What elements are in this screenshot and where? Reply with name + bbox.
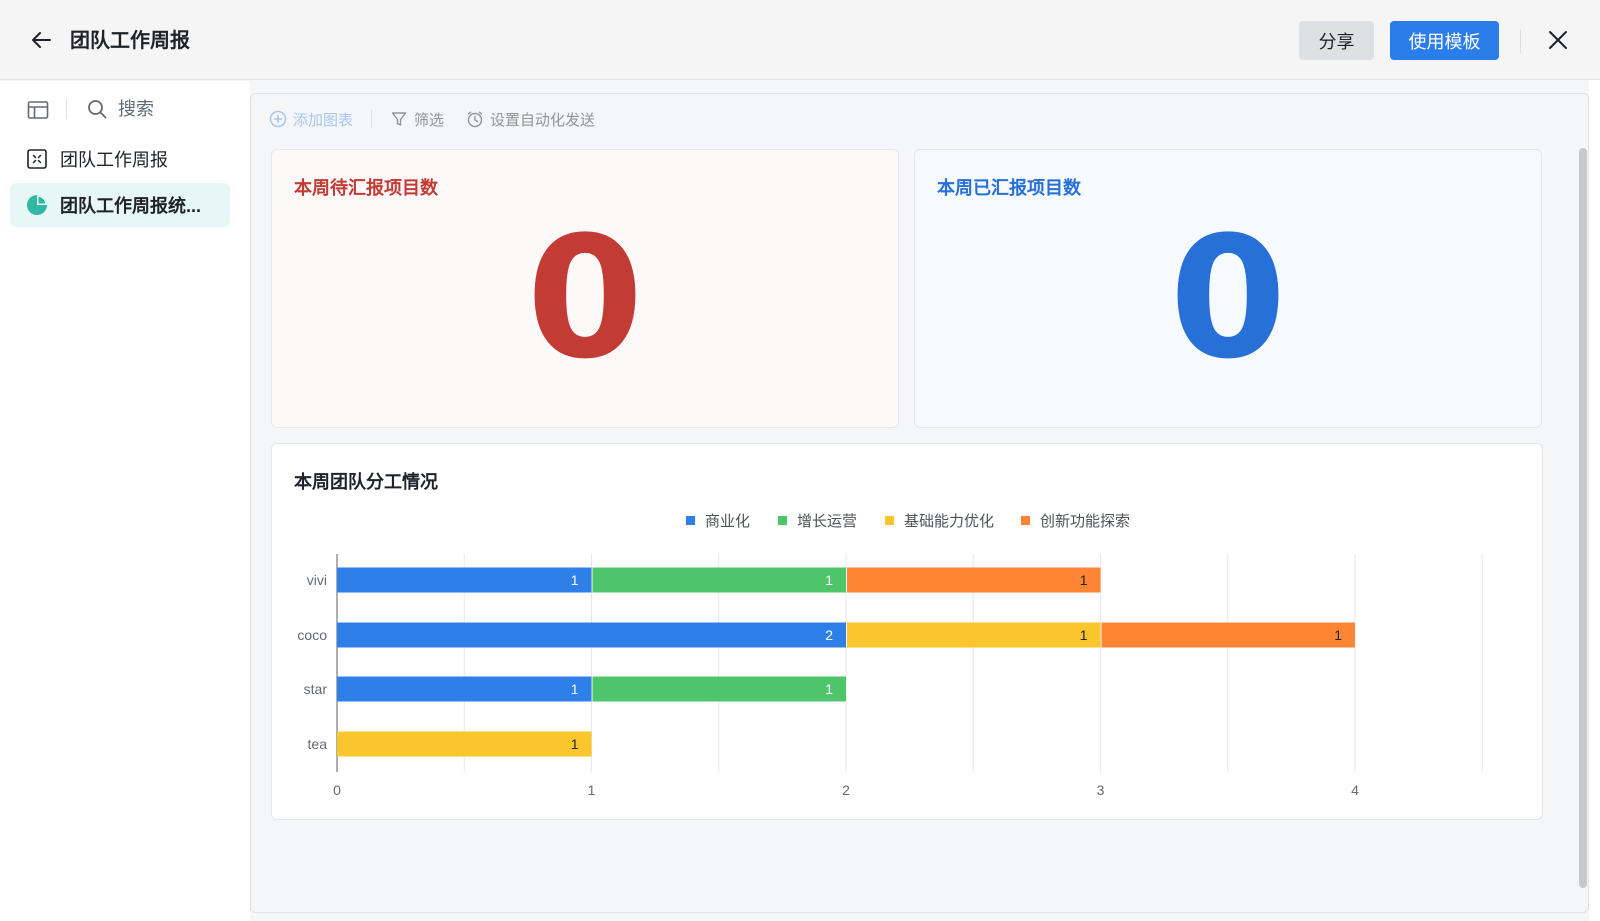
legend-swatch [778,516,787,525]
card-title: 本周已汇报项目数 [937,178,1081,198]
bar-segment [337,731,592,757]
bar-data-label: 1 [825,681,833,697]
x-tick-label: 0 [333,782,341,798]
close-button[interactable] [1545,27,1571,53]
y-category-label: tea [308,736,328,752]
team-division-chart-card[interactable]: 本周团队分工情况 商业化 增长运营 基础能力优化 创新功能探索 0 1 2 3 4 vivi 1 1 1… [271,443,1543,820]
sidebar-toggle-icon[interactable] [27,99,49,121]
scrollbar-thumb[interactable] [1579,148,1587,888]
legend-swatch [885,516,894,525]
bar-segment [337,567,592,593]
pending-projects-card[interactable]: 本周待汇报项目数 0 [271,149,899,428]
legend-label: 基础能力优化 [904,513,994,530]
bar-segment [592,676,846,702]
toolbar-separator [371,110,373,128]
legend-label: 创新功能探索 [1040,513,1130,530]
sidebar-item-label: 团队工作周报 [60,150,168,170]
sidebar-item-weekly-stats[interactable]: 团队工作周报统... [10,183,230,227]
sidebar-item-label: 团队工作周报统... [60,196,202,216]
sidebar-separator [66,99,67,119]
bar-segment [592,567,846,593]
card-title: 本周待汇报项目数 [294,178,438,198]
plus-circle-icon [269,110,287,128]
filter-icon [391,112,407,126]
add-chart-button[interactable]: 添加图表 [269,109,353,130]
x-tick-label: 4 [1351,782,1359,798]
legend-swatch [686,516,695,525]
window-edge [1589,80,1600,921]
auto-send-label: 设置自动化发送 [490,111,596,129]
bar-data-label: 1 [1080,572,1088,588]
reported-count-value: 0 [1169,200,1287,396]
bar-data-label: 1 [571,572,579,588]
legend-label: 增长运营 [797,513,857,530]
alarm-clock-icon [467,111,483,128]
bar-segment [337,622,846,648]
filter-label: 筛选 [414,111,445,129]
y-category-label: star [304,681,328,697]
pending-count-value: 0 [526,200,644,396]
header-divider [1520,29,1521,53]
bar-segment [337,676,592,702]
legend-swatch [1021,516,1030,525]
share-button[interactable]: 分享 [1299,21,1374,60]
sidebar-search-label[interactable]: 搜索 [118,97,154,121]
search-icon[interactable] [86,98,108,120]
y-category-label: vivi [307,572,327,588]
pie-chart-icon [26,194,48,216]
top-header: 团队工作周报 分享 使用模板 [0,0,1600,80]
x-tick-label: 3 [1097,782,1105,798]
bar-data-label: 1 [571,681,579,697]
add-chart-label: 添加图表 [293,111,354,129]
x-tick-label: 2 [842,782,850,798]
x-tick-label: 1 [588,782,596,798]
bar-data-label: 1 [825,572,833,588]
auto-send-button[interactable]: 设置自动化发送 [466,109,595,130]
page-title: 团队工作周报 [70,30,190,52]
use-template-button[interactable]: 使用模板 [1390,21,1499,60]
reported-projects-card[interactable]: 本周已汇报项目数 0 [914,149,1542,428]
bar-segment [1101,622,1355,648]
filter-button[interactable]: 筛选 [390,109,444,130]
dashboard-panel: 添加图表 筛选 设置自动化发送 本周待汇报项目数 0 本周已汇报项目数 0 本周… [250,93,1589,913]
legend-label: 商业化 [705,513,750,530]
app-window: 团队工作周报 分享 使用模板 搜索 团队工作周报 团队工作周报统... 添加图表… [0,0,1600,921]
stacked-bar-chart: 商业化 增长运营 基础能力优化 创新功能探索 0 1 2 3 4 vivi 1 1 1 coco 2 1 1 st… [297,513,1483,798]
bar-data-label: 1 [1080,627,1088,643]
bar-data-label: 1 [1334,627,1342,643]
bar-segment [847,567,1101,593]
sidebar-item-weekly-report[interactable]: 团队工作周报 [10,137,230,181]
sidebar: 搜索 团队工作周报 团队工作周报统... [0,81,250,921]
table-doc-icon [26,148,48,170]
close-icon [1549,31,1567,49]
bar-segment [847,622,1101,648]
back-button[interactable] [28,27,54,53]
dashboard-toolbar: 添加图表 筛选 设置自动化发送 [269,108,595,130]
bar-data-label: 1 [571,736,579,752]
arrow-left-icon [32,32,51,48]
bar-data-label: 2 [825,627,833,643]
y-category-label: coco [297,627,327,643]
